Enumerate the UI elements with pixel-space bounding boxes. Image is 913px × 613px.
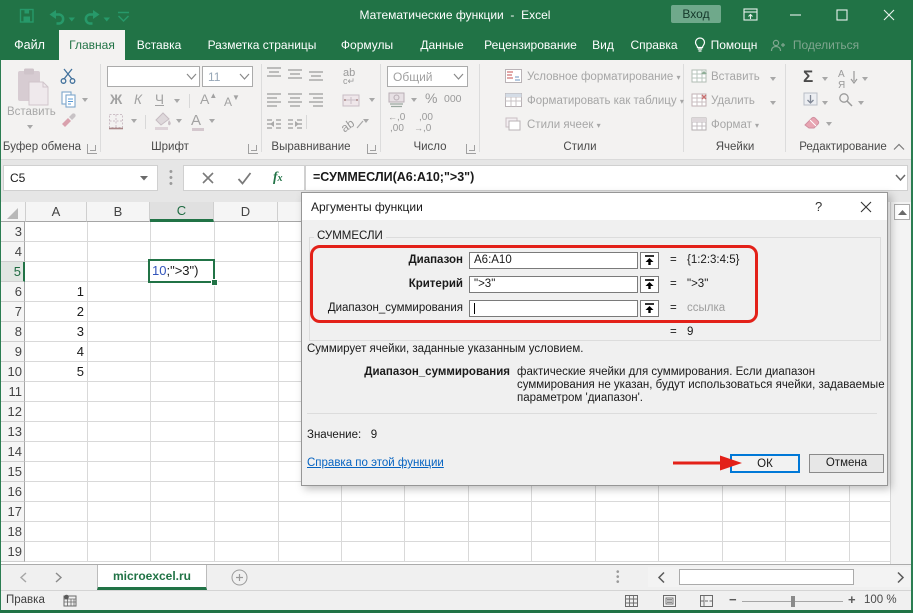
svg-text:ab: ab (338, 116, 357, 135)
svg-text:c↵: c↵ (343, 76, 355, 86)
